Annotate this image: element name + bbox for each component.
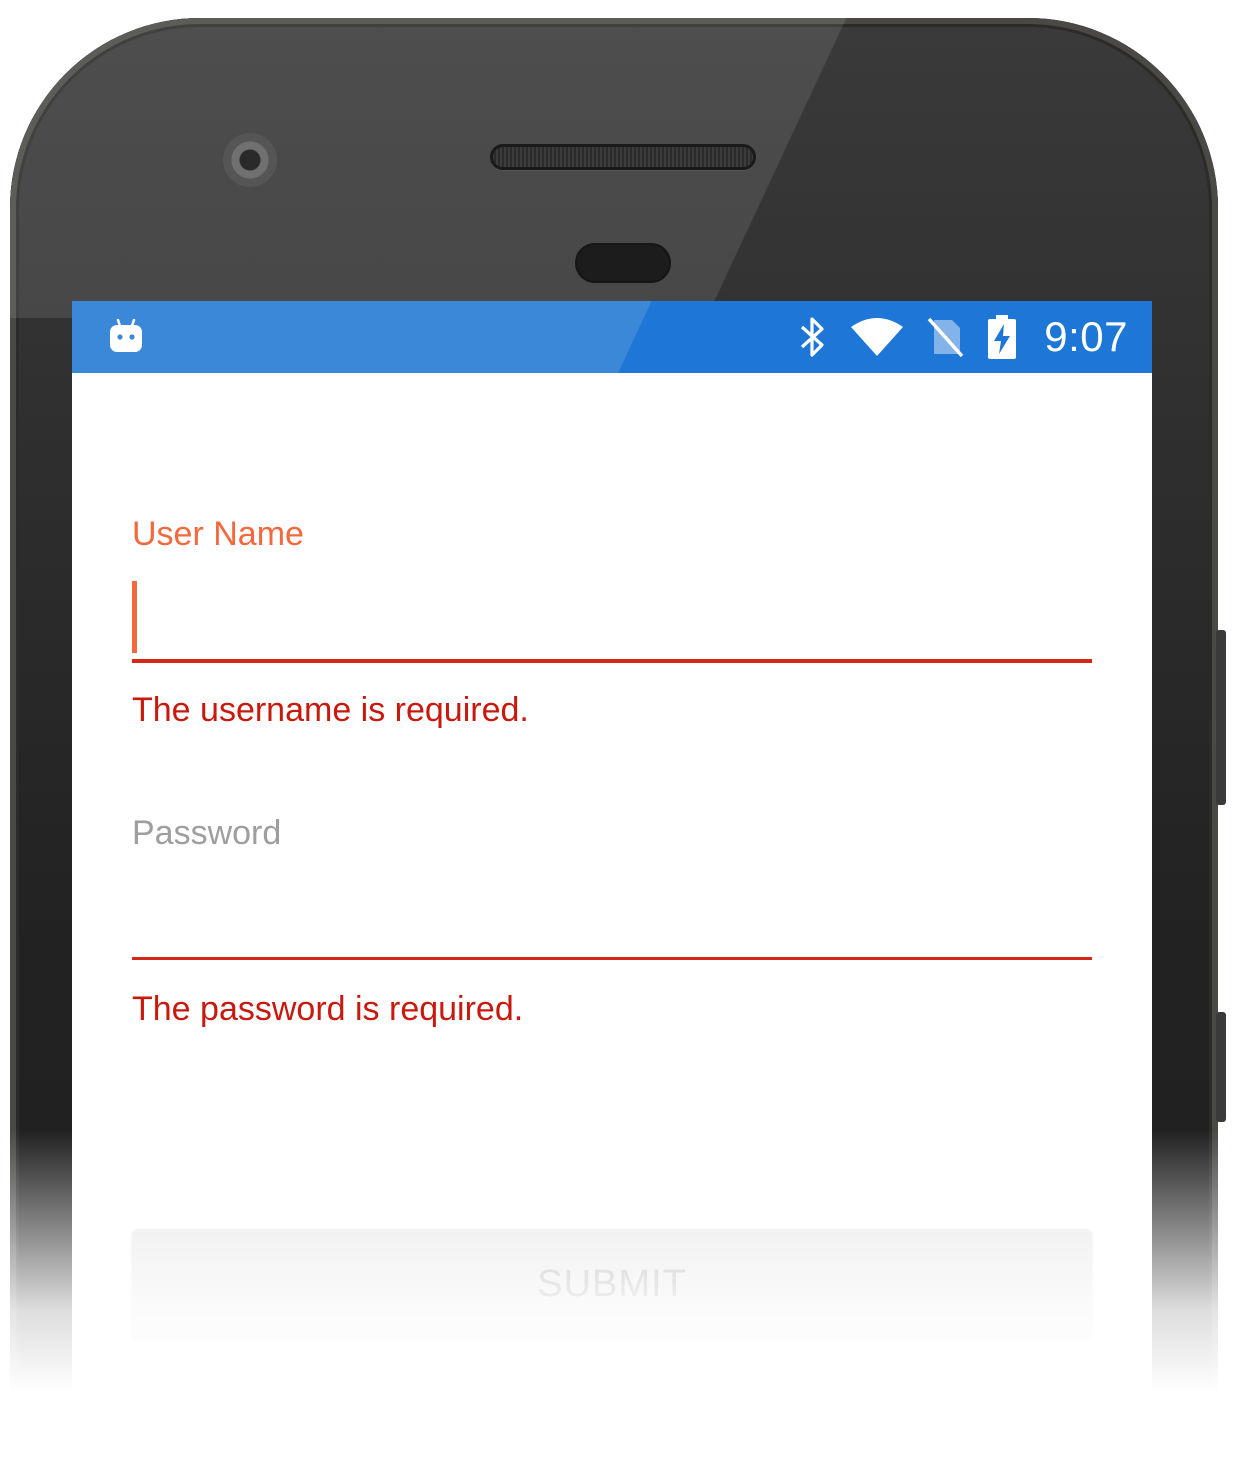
power-button (1216, 1012, 1226, 1122)
earpiece-speaker (490, 144, 756, 170)
status-icons: 9:07 (798, 301, 1128, 373)
battery-charging-icon (988, 315, 1017, 359)
text-caret (132, 581, 137, 653)
username-error: The username is required. (132, 691, 529, 729)
username-input[interactable] (132, 581, 1092, 653)
front-camera (223, 133, 277, 187)
app-screen: 9:07 User Name The username is required.… (72, 301, 1152, 1459)
clock: 9:07 (1044, 313, 1128, 360)
password-underline (132, 957, 1092, 960)
submit-button[interactable]: SUBMIT (132, 1229, 1092, 1339)
username-underline (132, 659, 1092, 663)
bluetooth-icon (801, 317, 824, 357)
volume-button (1216, 630, 1226, 805)
password-label: Password (132, 814, 282, 852)
android-robot-icon (110, 318, 142, 352)
status-bar: 9:07 (72, 301, 1152, 373)
username-label: User Name (132, 515, 304, 553)
password-input[interactable] (132, 885, 1092, 955)
proximity-sensor (575, 243, 671, 283)
password-error: The password is required. (132, 990, 524, 1028)
submit-label: SUBMIT (537, 1262, 687, 1305)
no-sim-icon (927, 317, 964, 358)
wifi-icon (851, 318, 904, 356)
